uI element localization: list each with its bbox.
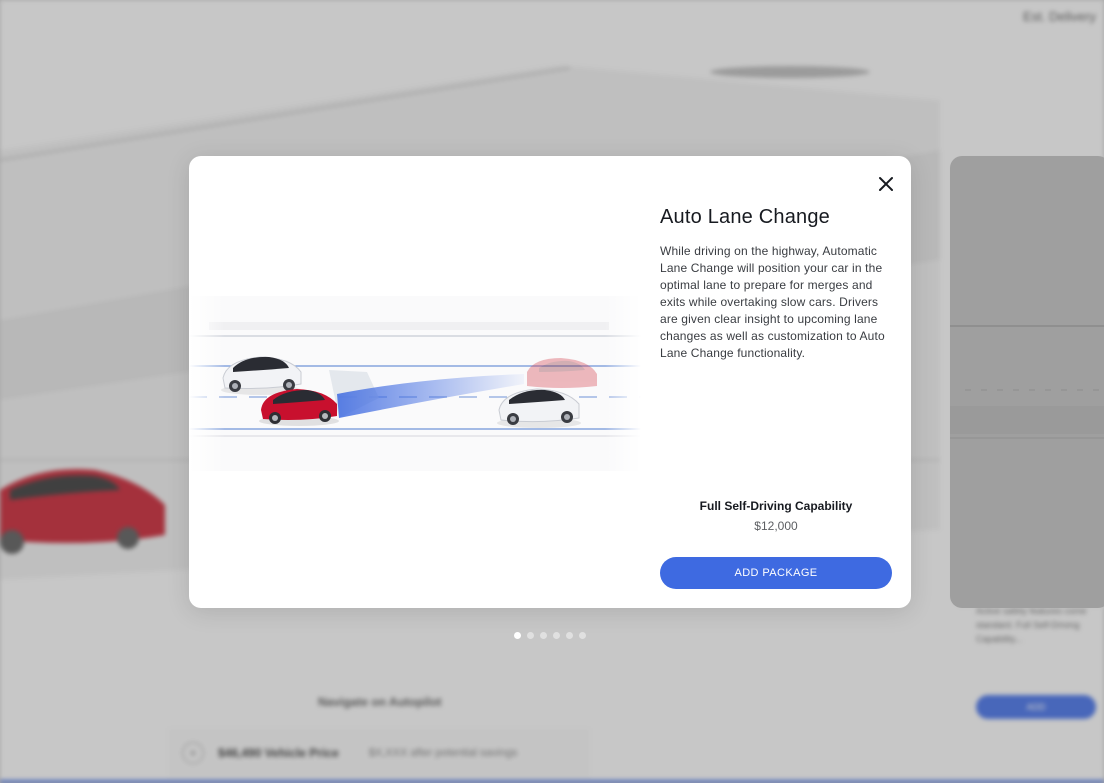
close-icon[interactable] [875,173,897,195]
next-feature-card[interactable] [950,156,1104,608]
next-card-illustration [950,325,1104,439]
pagination-dot-3[interactable] [540,632,547,639]
package-name: Full Self-Driving Capability [699,499,853,513]
pagination-dot-4[interactable] [553,632,560,639]
modal-title: Auto Lane Change [660,206,831,228]
carousel-pagination [514,632,586,639]
pagination-dot-1[interactable] [514,632,521,639]
auto-lane-change-illustration [189,286,641,476]
pagination-dot-2[interactable] [527,632,534,639]
pagination-dot-5[interactable] [566,632,573,639]
pagination-dot-6[interactable] [579,632,586,639]
add-package-button[interactable]: ADD PACKAGE [660,557,892,589]
feature-description: While driving on the highway, Automatic … [660,244,885,360]
feature-modal: Auto Lane Change While driving on the hi… [189,156,911,608]
package-price: $12,000 [754,519,798,533]
